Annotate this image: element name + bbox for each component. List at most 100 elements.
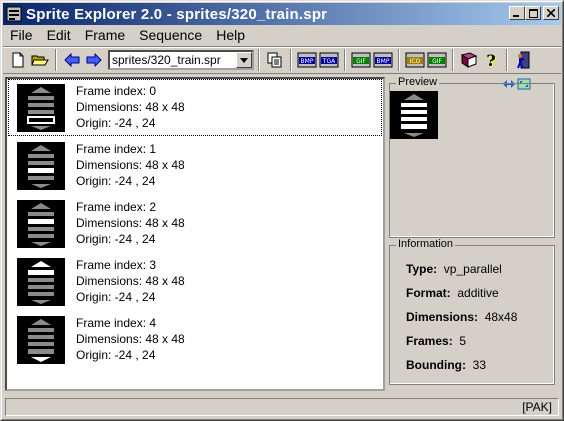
export-ico-icon: ICO [405, 52, 425, 68]
minimize-button[interactable] [509, 6, 525, 20]
preview-title: Preview [396, 76, 440, 88]
toolbar-separator [258, 49, 260, 71]
frame-list[interactable]: Frame index: 0 Dimensions: 48 x 48 Origi… [5, 77, 385, 391]
svg-text:BMP: BMP [377, 58, 390, 65]
frame-thumbnail [17, 316, 65, 364]
open-folder-icon [31, 55, 49, 66]
arrow-left-icon [64, 53, 80, 67]
frame-thumbnail [17, 200, 65, 248]
menu-help[interactable]: Help [209, 26, 252, 45]
toolbar-separator [398, 49, 400, 71]
status-panel: [PAK] [5, 398, 559, 416]
frame-list-item[interactable]: Frame index: 3 Dimensions: 48 x 48 Origi… [8, 253, 382, 310]
frame-list-item[interactable]: Frame index: 4 Dimensions: 48 x 48 Origi… [8, 311, 382, 368]
toolbar-separator [506, 49, 508, 71]
frame-info: Frame index: 2 Dimensions: 48 x 48 Origi… [76, 199, 185, 247]
menu-file[interactable]: File [3, 26, 40, 45]
minimize-icon [513, 15, 519, 17]
frame-index-text: Frame index: 4 [76, 316, 157, 330]
title-bar[interactable]: Sprite Explorer 2.0 - sprites/320_train.… [3, 3, 561, 25]
frame-list-item[interactable]: Frame index: 1 Dimensions: 48 x 48 Origi… [8, 137, 382, 194]
back-button[interactable] [61, 49, 83, 71]
export-bmp-sequence-button[interactable]: BMP [372, 49, 394, 71]
info-type-label: Type: [406, 262, 438, 276]
copy-button[interactable] [264, 49, 286, 71]
export-ico-button[interactable]: ICO [404, 49, 426, 71]
book-icon [460, 52, 478, 68]
info-dimensions-value: 48x48 [484, 310, 518, 324]
frame-thumbnail [17, 142, 65, 190]
app-window: Sprite Explorer 2.0 - sprites/320_train.… [0, 0, 564, 421]
info-bounding-value: 33 [472, 358, 487, 372]
frame-dimensions-text: Dimensions: 48 x 48 [76, 332, 185, 346]
info-bounding-label: Bounding: [406, 358, 466, 372]
frame-index-text: Frame index: 2 [76, 200, 157, 214]
arrow-right-icon [86, 53, 102, 67]
export-gif-button[interactable]: GIF [350, 49, 372, 71]
menu-sequence[interactable]: Sequence [132, 26, 209, 45]
menu-edit[interactable]: Edit [40, 26, 78, 45]
frame-index-text: Frame index: 3 [76, 258, 157, 272]
preview-panel: Preview [389, 76, 555, 238]
close-button[interactable] [543, 6, 559, 20]
export-gif-sequence-icon: GIF [427, 52, 447, 68]
export-tga-button[interactable]: TGA [318, 49, 340, 71]
toolbar-separator [452, 49, 454, 71]
frame-index-text: Frame index: 1 [76, 142, 157, 156]
forward-button[interactable] [83, 49, 105, 71]
combo-dropdown-button[interactable] [236, 52, 252, 68]
export-bmp-sequence-icon: BMP [373, 52, 393, 68]
info-frames-row: Frames: 5 [406, 334, 466, 348]
info-bounding-row: Bounding: 33 [406, 358, 486, 372]
frame-info: Frame index: 4 Dimensions: 48 x 48 Origi… [76, 315, 185, 363]
whats-this-button[interactable]: ? [480, 49, 502, 71]
frame-info: Frame index: 1 Dimensions: 48 x 48 Origi… [76, 141, 185, 189]
info-type-row: Type: vp_parallel [406, 262, 502, 276]
frame-list-item[interactable]: Frame index: 2 Dimensions: 48 x 48 Origi… [8, 195, 382, 252]
frame-thumbnail [17, 84, 65, 132]
svg-text:ICO: ICO [410, 58, 421, 65]
maximize-button[interactable] [525, 6, 541, 20]
menu-bar: File Edit Frame Sequence Help [3, 26, 561, 45]
frame-dimensions-text: Dimensions: 48 x 48 [76, 100, 185, 114]
close-icon [547, 9, 555, 17]
sprite-path-combo[interactable]: sprites/320_train.spr [108, 50, 254, 70]
exit-button[interactable] [512, 49, 534, 71]
frame-dimensions-text: Dimensions: 48 x 48 [76, 216, 185, 230]
help-book-button[interactable] [458, 49, 480, 71]
svg-text:GIF: GIF [432, 58, 442, 65]
frame-info: Frame index: 0 Dimensions: 48 x 48 Origi… [76, 83, 185, 131]
toolbar-separator [290, 49, 292, 71]
info-frames-value: 5 [459, 334, 467, 348]
menu-frame[interactable]: Frame [78, 26, 132, 45]
frame-index-text: Frame index: 0 [76, 84, 157, 98]
sprite-path-value: sprites/320_train.spr [112, 53, 221, 67]
toolbar: sprites/320_train.spr BMP TGA GIF BMP IC… [3, 46, 561, 74]
copy-icon [267, 52, 282, 68]
export-bmp-button[interactable]: BMP [296, 49, 318, 71]
new-button[interactable] [7, 49, 29, 71]
exit-door-icon [517, 51, 530, 69]
window-title: Sprite Explorer 2.0 - sprites/320_train.… [26, 5, 328, 23]
open-button[interactable] [29, 49, 51, 71]
export-gif-icon: GIF [351, 52, 371, 68]
svg-text:GIF: GIF [356, 58, 366, 65]
export-gif-sequence-button[interactable]: GIF [426, 49, 448, 71]
info-frames-label: Frames: [406, 334, 453, 348]
question-mark-icon: ? [486, 50, 496, 70]
frame-origin-text: Origin: -24 , 24 [76, 348, 156, 362]
export-bmp-icon: BMP [297, 52, 317, 68]
preview-image [390, 91, 438, 139]
new-file-icon [12, 52, 24, 68]
info-dimensions-row: Dimensions: 48x48 [406, 310, 517, 324]
chevron-down-icon [240, 57, 248, 63]
information-title: Information [396, 238, 456, 250]
info-format-value: additive [457, 286, 499, 300]
status-bar: [PAK] [3, 396, 561, 418]
frame-origin-text: Origin: -24 , 24 [76, 232, 156, 246]
frame-dimensions-text: Dimensions: 48 x 48 [76, 158, 185, 172]
frame-list-item[interactable]: Frame index: 0 Dimensions: 48 x 48 Origi… [8, 79, 382, 136]
svg-text:BMP: BMP [301, 58, 314, 65]
maximize-icon [528, 8, 538, 18]
export-tga-icon: TGA [319, 52, 339, 68]
